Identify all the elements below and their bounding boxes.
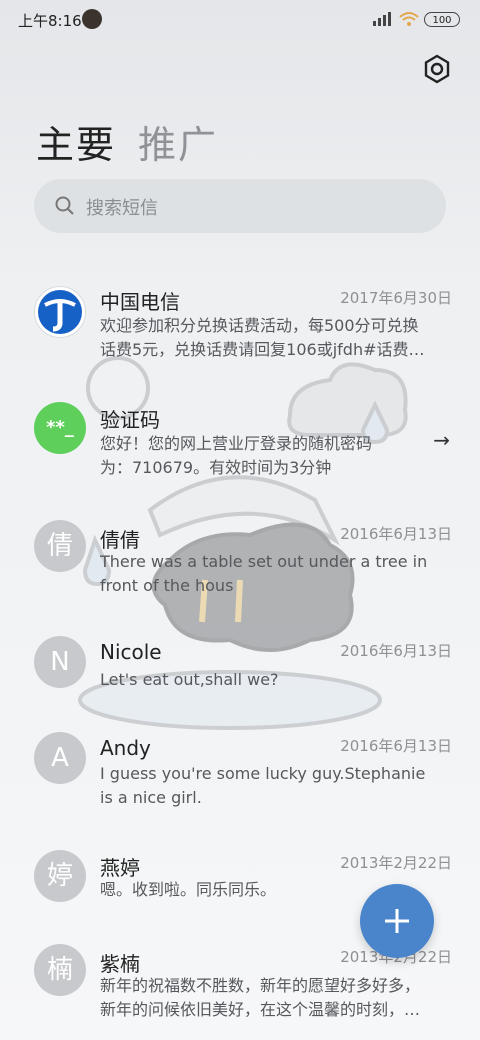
- message-date: 2013年2月22日: [340, 854, 452, 872]
- conversation-item[interactable]: 倩 倩倩 2016年6月13日 There was a table set ou…: [0, 518, 480, 602]
- tab-promotions[interactable]: 推广: [138, 114, 218, 169]
- message-preview: Let's eat out,shall we?: [100, 670, 279, 689]
- contact-name: 倩倩: [100, 528, 140, 552]
- conversation-item[interactable]: 中国电信 2017年6月30日 欢迎参加积分兑换话费活动，每500分可兑换 话费…: [0, 280, 480, 364]
- message-preview: 新年的祝福数不胜数，新年的愿望好多好多， 新年的问候依旧美好，在这个温馨的时刻，…: [100, 976, 421, 1019]
- gear-icon[interactable]: [422, 54, 452, 84]
- contact-name: 验证码: [100, 408, 160, 432]
- message-date: 2016年6月13日: [340, 642, 452, 660]
- contact-name: Nicole: [100, 640, 162, 664]
- avatar: A: [34, 732, 86, 784]
- search-placeholder: 搜索短信: [86, 198, 158, 219]
- search-icon: [55, 196, 74, 215]
- contact-name: 中国电信: [100, 290, 180, 314]
- status-bar: 上午8:16 100: [0, 0, 480, 40]
- tab-primary[interactable]: 主要: [36, 114, 116, 169]
- avatar: 倩: [34, 520, 86, 572]
- conversation-item[interactable]: N Nicole 2016年6月13日 Let's eat out,shall …: [0, 636, 480, 696]
- conversation-item[interactable]: **_ 验证码 您好！您的网上营业厅登录的随机密码 为：710679。有效时间为…: [0, 398, 480, 482]
- avatar: [34, 286, 86, 338]
- message-preview: 嗯。收到啦。同乐同乐。: [100, 880, 277, 899]
- message-preview: I guess you're some lucky guy.Stephanie …: [100, 764, 426, 807]
- avatar: N: [34, 636, 86, 688]
- wifi-icon: [399, 12, 419, 26]
- message-preview: There was a table set out under a tree i…: [100, 552, 428, 595]
- signal-icon: [373, 12, 391, 26]
- status-time: 上午8:16: [18, 12, 82, 30]
- message-date: 2017年6月30日: [340, 289, 452, 307]
- message-preview: 您好！您的网上营业厅登录的随机密码 为：710679。有效时间为3分钟: [100, 434, 373, 477]
- message-preview: 欢迎参加积分兑换话费活动，每500分可兑换 话费5元，兑换话费请回复106或jf…: [100, 316, 425, 359]
- contact-name: 紫楠: [100, 952, 140, 976]
- message-date: 2016年6月13日: [340, 525, 452, 543]
- message-date: 2016年6月13日: [340, 737, 452, 755]
- avatar: **_: [34, 402, 86, 454]
- status-notification-icon: [82, 9, 102, 29]
- conversation-item[interactable]: A Andy 2016年6月13日 I guess you're some lu…: [0, 732, 480, 816]
- contact-name: Andy: [100, 736, 151, 760]
- tab-bar: 主要 推广: [36, 114, 218, 169]
- plus-icon: [385, 909, 409, 933]
- battery-icon: 100: [424, 11, 460, 27]
- status-icons: 100: [372, 11, 460, 27]
- avatar: 婷: [34, 850, 86, 902]
- new-message-button[interactable]: [360, 884, 434, 958]
- contact-name: 燕婷: [100, 856, 140, 880]
- china-telecom-logo-icon: [38, 290, 82, 334]
- search-bar[interactable]: 搜索短信: [34, 179, 446, 233]
- arrow-right-icon[interactable]: →: [433, 428, 450, 452]
- avatar: 楠: [34, 944, 86, 996]
